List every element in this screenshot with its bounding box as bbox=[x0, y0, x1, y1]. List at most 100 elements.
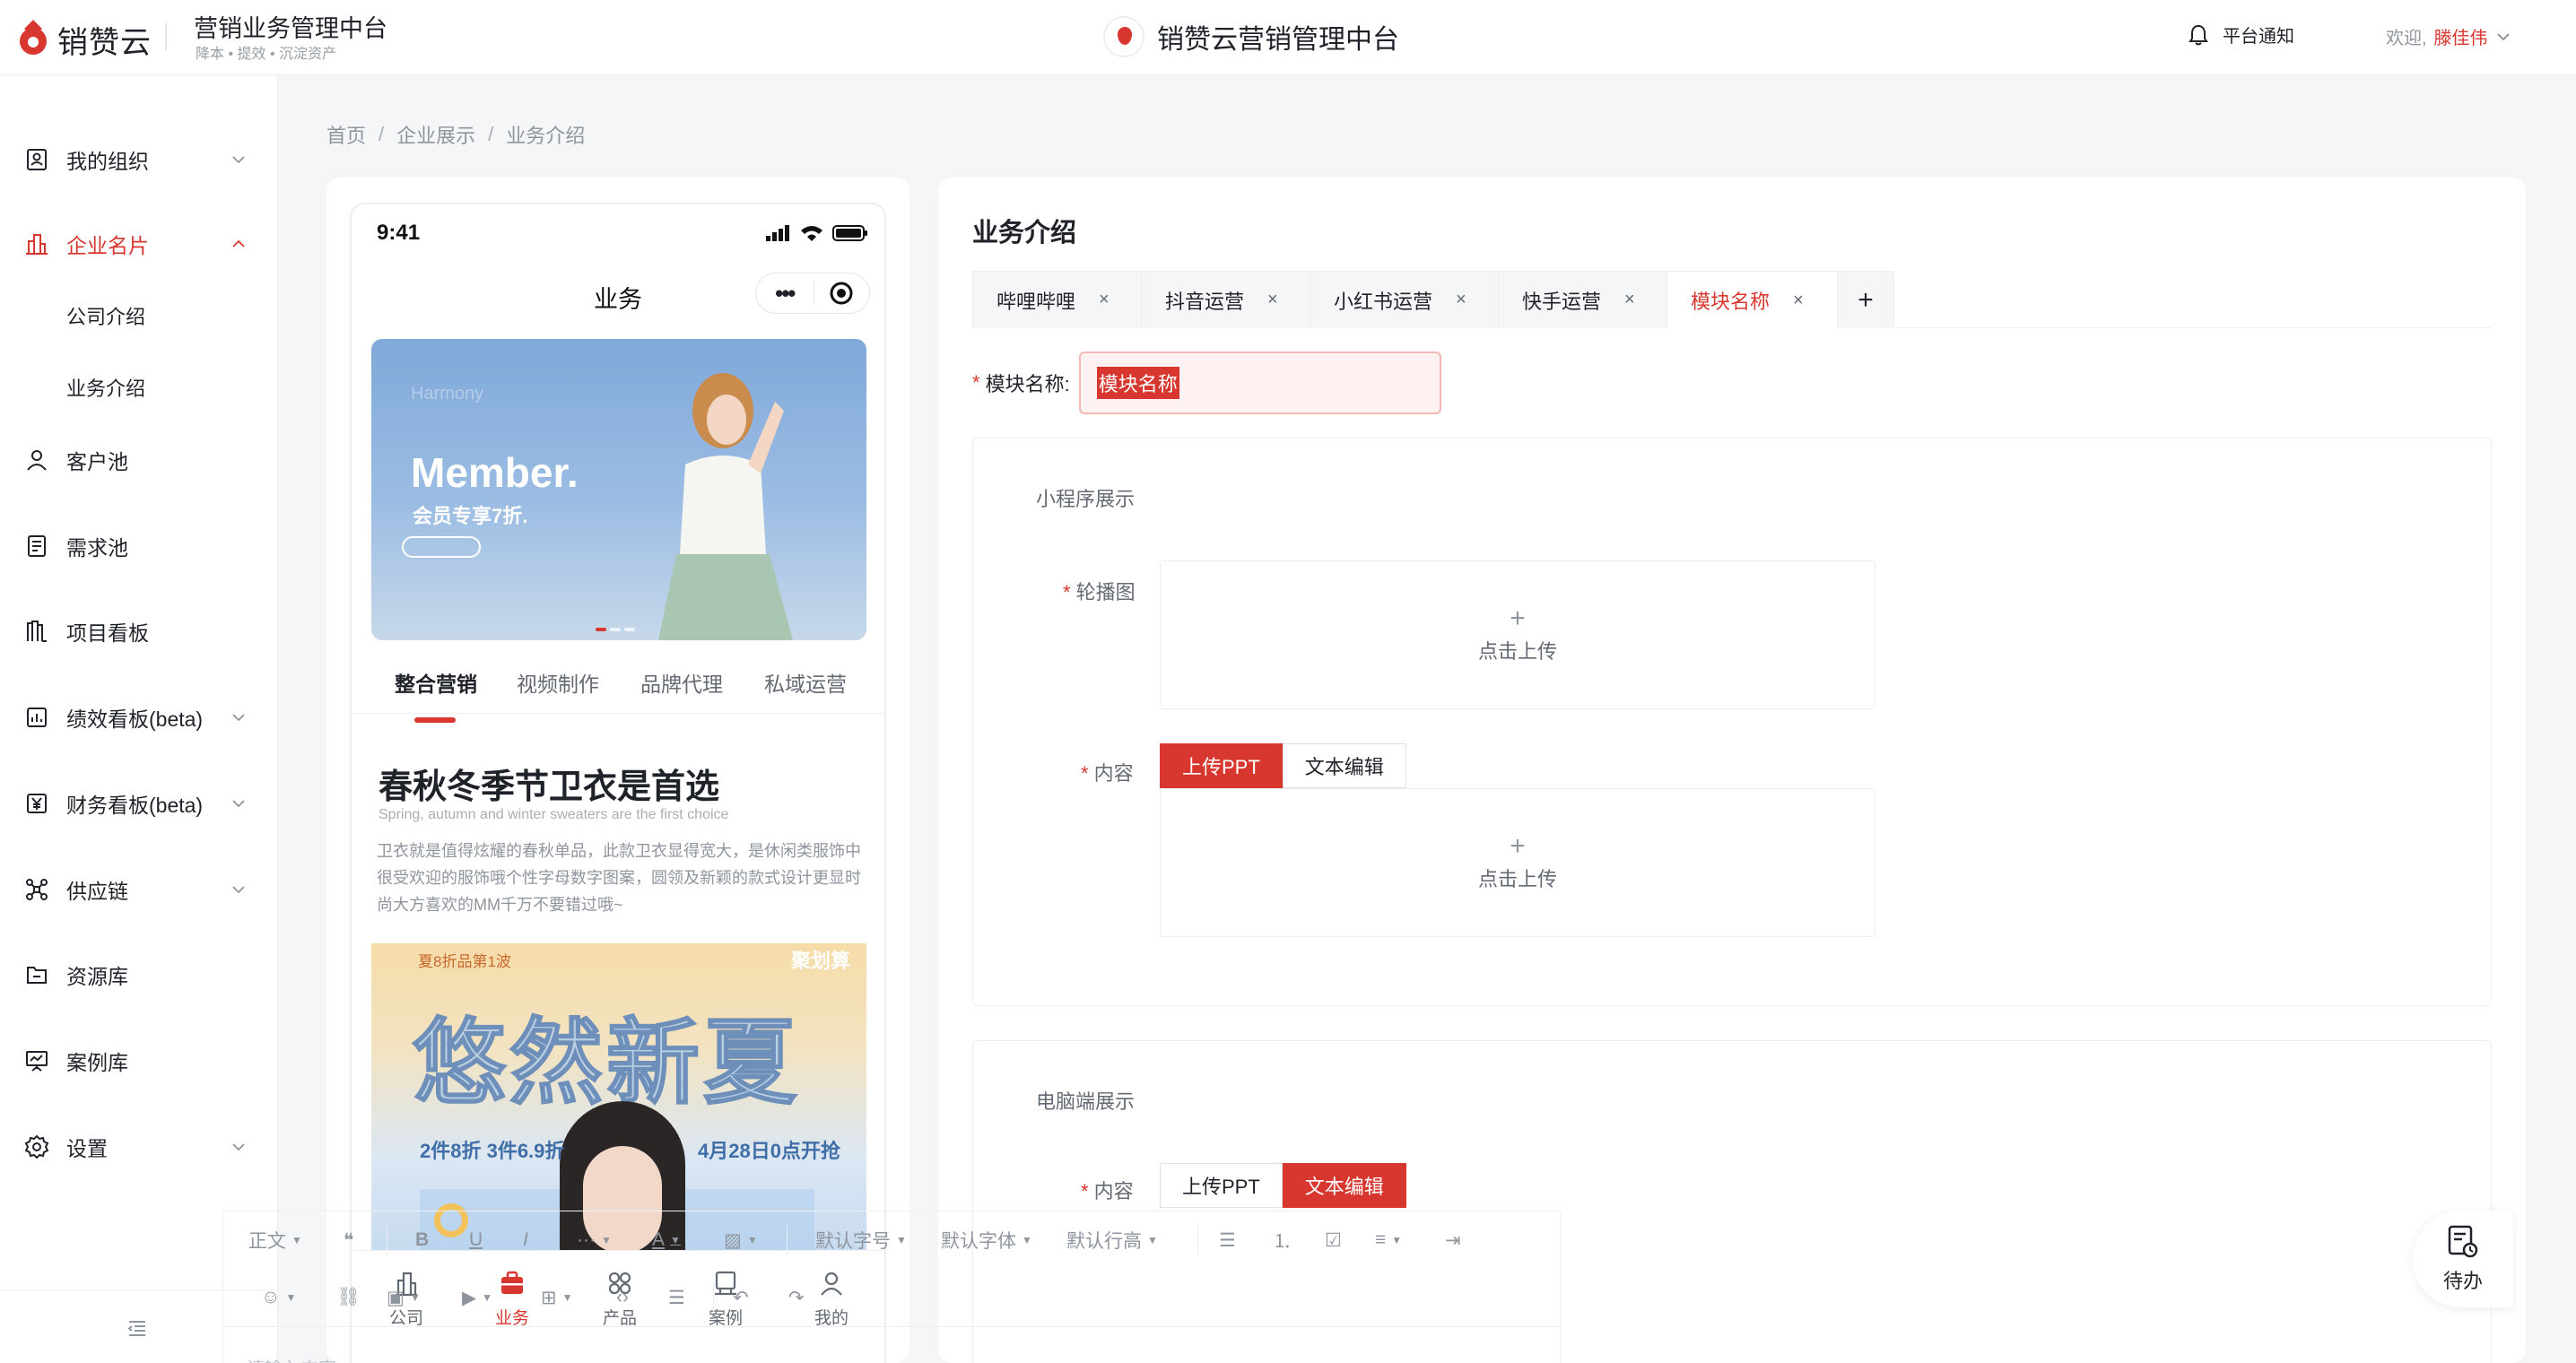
mobile-tab-video[interactable]: 视频制作 bbox=[517, 667, 599, 698]
undo-icon[interactable]: ↶ bbox=[733, 1287, 749, 1309]
font-size-select[interactable]: 默认字号 ▼ bbox=[815, 1227, 907, 1254]
todo-float-button[interactable]: 待办 bbox=[2413, 1211, 2513, 1307]
add-tab-button[interactable]: + bbox=[1837, 271, 1894, 328]
tab-module-name[interactable]: 模块名称 × bbox=[1667, 271, 1839, 329]
poster-top-left: 夏8折品第1波 bbox=[418, 953, 511, 970]
indent-icon[interactable]: ⇥ bbox=[1445, 1229, 1461, 1252]
close-icon[interactable]: × bbox=[1099, 290, 1110, 310]
tab-kuaishou[interactable]: 快手运营 × bbox=[1498, 271, 1668, 328]
editor-placeholder: 请输入内容 bbox=[247, 1354, 336, 1363]
carousel-upload[interactable]: + 点击上传 bbox=[1160, 560, 1875, 709]
carousel-banner[interactable]: Harmony Member. 会员专享7折. bbox=[371, 339, 866, 640]
close-icon[interactable]: × bbox=[1793, 291, 1804, 311]
tab-xiaohongshu[interactable]: 小红书运营 × bbox=[1310, 271, 1500, 328]
sidebar-item-settings[interactable]: 设置 bbox=[0, 1120, 278, 1174]
section-title: 小程序展示 bbox=[1036, 488, 1136, 510]
underline-icon[interactable]: U bbox=[469, 1229, 483, 1251]
background-color-icon[interactable]: ▨ ▼ bbox=[724, 1229, 758, 1252]
plus-icon: + bbox=[1510, 831, 1526, 861]
miniprogram-section: 小程序展示 * 轮播图 + 点击上传 * 内容 上传PPT 文本编辑 + 点击上传 bbox=[972, 438, 2492, 1006]
upload-text: 点击上传 bbox=[1477, 640, 1557, 663]
tab-bilibili[interactable]: 哔哩哔哩 × bbox=[972, 271, 1143, 328]
sidebar-subitem-business-intro[interactable]: 业务介绍 bbox=[0, 362, 278, 412]
collapse-icon bbox=[127, 1321, 145, 1336]
user-menu[interactable]: 欢迎, 滕佳伟 bbox=[2386, 23, 2510, 49]
editor-toolbar-row-1: 正文 ▼ ❝ B U I ··· ▼ A ▼ ▨ ▼ 默认字号 ▼ 默认字体 ▼ 默认行高 ▼… bbox=[223, 1211, 1560, 1269]
miniprogram-capsule[interactable]: ••• bbox=[755, 273, 870, 314]
redo-icon[interactable]: ↷ bbox=[788, 1287, 805, 1309]
link-icon[interactable]: ⛓ bbox=[336, 1287, 361, 1308]
status-time: 9:41 bbox=[377, 221, 421, 245]
sidebar-item-company-card[interactable]: 企业名片 bbox=[0, 217, 278, 271]
italic-icon[interactable]: I bbox=[523, 1229, 528, 1251]
quote-icon[interactable]: ❝ bbox=[344, 1229, 353, 1252]
image-icon[interactable]: ▣ ▼ bbox=[387, 1287, 421, 1309]
module-name-input[interactable]: 模块名称 bbox=[1078, 352, 1441, 414]
bullet-list-icon[interactable]: ☰ bbox=[1219, 1229, 1236, 1252]
sidebar-item-resource-lib[interactable]: 资源库 bbox=[0, 948, 278, 1002]
breadcrumb-home[interactable]: 首页 bbox=[326, 120, 366, 149]
carousel-label: * 轮播图 bbox=[1063, 581, 1136, 603]
more-format-icon[interactable]: ··· ▼ bbox=[577, 1229, 612, 1251]
mobile-tab-brand[interactable]: 品牌代理 bbox=[640, 667, 723, 698]
breadcrumb-separator: / bbox=[488, 123, 494, 145]
chevron-down-icon bbox=[230, 1138, 248, 1156]
text-edit-button[interactable]: 文本编辑 bbox=[1282, 1163, 1406, 1208]
more-icon[interactable]: ••• bbox=[756, 280, 814, 308]
model-illustration bbox=[658, 373, 793, 640]
font-family-select[interactable]: 默认字体 ▼ bbox=[941, 1227, 1032, 1254]
mobile-tab-private[interactable]: 私域运营 bbox=[764, 667, 847, 698]
code-icon[interactable]: ‹› bbox=[616, 1287, 629, 1308]
line-height-select[interactable]: 默认行高 ▼ bbox=[1066, 1227, 1158, 1254]
sidebar-item-supply-chain[interactable]: 供应链 bbox=[0, 863, 278, 916]
sidebar-item-case-lib[interactable]: 案例库 bbox=[0, 1034, 278, 1088]
bold-icon[interactable]: B bbox=[415, 1229, 429, 1251]
banner-watermark: Harmony bbox=[411, 384, 484, 404]
poster-headline: 悠然新夏 bbox=[412, 1011, 801, 1116]
align-icon[interactable]: ≡ ▼ bbox=[1375, 1229, 1402, 1251]
system-subtitle: 降本 • 提效 • 沉淀资产 bbox=[196, 47, 336, 62]
toolbar-divider bbox=[713, 1282, 714, 1313]
emoji-icon[interactable]: ☺ ▼ bbox=[261, 1287, 296, 1308]
close-icon[interactable]: × bbox=[1456, 290, 1466, 310]
toolbar-divider bbox=[787, 1225, 788, 1255]
sidebar-item-project-board[interactable]: 项目看板 bbox=[0, 604, 278, 658]
sidebar-item-label: 设置 bbox=[66, 1137, 108, 1160]
close-target-icon[interactable] bbox=[814, 281, 869, 306]
paragraph-select[interactable]: 正文 ▼ bbox=[248, 1227, 302, 1254]
upload-ppt-button[interactable]: 上传PPT bbox=[1160, 743, 1283, 788]
ppt-upload[interactable]: + 点击上传 bbox=[1160, 788, 1875, 937]
close-icon[interactable]: × bbox=[1267, 290, 1278, 310]
notification-button[interactable]: 平台通知 bbox=[2189, 22, 2294, 48]
sidebar-item-customer-pool[interactable]: 客户池 bbox=[0, 433, 278, 487]
banner-subheadline: 会员专享7折. bbox=[413, 505, 528, 527]
mobile-tab-integrated-marketing[interactable]: 整合营销 bbox=[395, 667, 477, 698]
sidebar-subitem-company-intro[interactable]: 公司介绍 bbox=[0, 291, 278, 341]
close-icon[interactable]: × bbox=[1624, 290, 1635, 310]
upload-ppt-button[interactable]: 上传PPT bbox=[1160, 1163, 1283, 1208]
sidebar-item-my-org[interactable]: 我的组织 bbox=[0, 133, 278, 187]
sidebar-item-finance-board[interactable]: 财务看板(beta) bbox=[0, 777, 278, 830]
todo-list-icon[interactable]: ☑ bbox=[1325, 1229, 1342, 1252]
table-icon[interactable]: ⊞ ▼ bbox=[541, 1287, 573, 1309]
sidebar-item-label: 案例库 bbox=[66, 1051, 128, 1074]
tab-label: 抖音运营 bbox=[1165, 290, 1245, 313]
mobile-tab-indicator bbox=[414, 717, 456, 723]
sidebar: 我的组织 企业名片 公司介绍 业务介绍 客户池 需求池 项目看板 绩效看板(be… bbox=[0, 75, 278, 1363]
numbered-list-icon[interactable]: ⒈ bbox=[1273, 1227, 1292, 1254]
mobile-preview-card: 9:41 业务 ••• Harmony Member. 会员专享7折. 整合营销… bbox=[326, 178, 909, 1363]
divider-icon[interactable]: ☰ bbox=[668, 1287, 685, 1309]
font-color-icon[interactable]: A ▼ bbox=[652, 1229, 681, 1251]
editor-content-area[interactable]: 请输入内容 bbox=[223, 1326, 1560, 1363]
brand-badge-icon bbox=[1103, 16, 1144, 57]
text-edit-button[interactable]: 文本编辑 bbox=[1282, 743, 1406, 788]
tab-douyin[interactable]: 抖音运营 × bbox=[1141, 271, 1311, 328]
sidebar-item-performance-board[interactable]: 绩效看板(beta) bbox=[0, 690, 278, 744]
video-icon[interactable]: ▶ ▼ bbox=[462, 1287, 492, 1309]
todo-icon bbox=[2448, 1225, 2478, 1258]
breadcrumb-enterprise[interactable]: 企业展示 bbox=[396, 120, 475, 149]
sidebar-item-demand-pool[interactable]: 需求池 bbox=[0, 519, 278, 573]
tab-label: 小红书运营 bbox=[1334, 290, 1433, 313]
logo[interactable]: 销赞云 bbox=[18, 18, 152, 62]
collapse-sidebar-button[interactable] bbox=[126, 1316, 152, 1343]
